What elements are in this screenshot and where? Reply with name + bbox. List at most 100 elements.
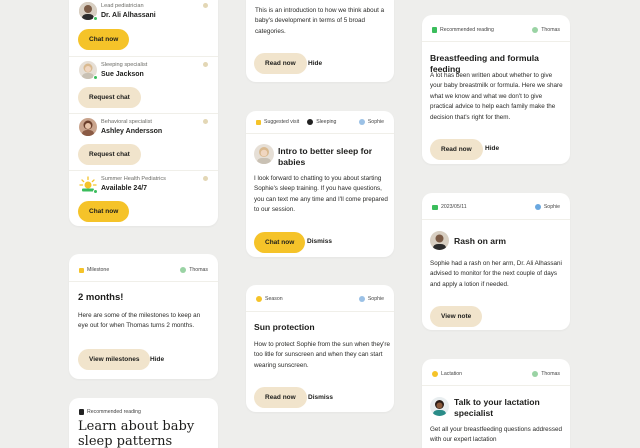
card-title: Rash on arm <box>454 236 507 246</box>
season-tag: Season <box>256 296 283 302</box>
child-tag: Thomas <box>532 27 560 33</box>
summer-health-label: Summer Health Pediatrics <box>101 176 166 182</box>
milestone-card[interactable]: Milestone Thomas 2 months! Here are some… <box>69 254 218 379</box>
child-icon <box>180 267 187 273</box>
bookmark-icon <box>432 27 437 33</box>
child-tag: Thomas <box>532 371 560 377</box>
divider <box>422 219 570 220</box>
request-chat-button[interactable]: Request chat <box>78 144 141 165</box>
divider <box>69 170 218 171</box>
calendar-icon <box>256 119 261 125</box>
card-title: Learn about baby sleep patterns <box>78 419 195 448</box>
child-tag: Sophie <box>534 204 560 210</box>
info-icon[interactable] <box>203 119 208 124</box>
pediatrician-name: Dr. Ali Alhassani <box>101 12 156 19</box>
child-icon <box>532 371 539 377</box>
card-title: Sun protection <box>254 322 315 332</box>
divider <box>69 113 218 114</box>
card-title: Intro to better sleep for babies <box>278 146 373 167</box>
sleep-specialist-name: Sue Jackson <box>101 71 144 78</box>
card-body: How to protect Sophie from the sun when … <box>254 341 390 369</box>
divider <box>422 385 570 386</box>
rash-note-card[interactable]: 2023/05/11 Sophie Rash on arm Sophie had… <box>422 193 570 330</box>
dismiss-link[interactable]: Dismiss <box>308 394 333 401</box>
read-now-button[interactable]: Read now <box>254 387 307 408</box>
info-icon[interactable] <box>203 3 208 8</box>
calendar-icon <box>432 204 438 210</box>
sun-protection-card[interactable]: Season Sophie Sun protection How to prot… <box>246 285 394 412</box>
card-tags: Milestone Thomas <box>79 264 208 276</box>
hide-link[interactable]: Hide <box>150 356 164 363</box>
pediatrician-role: Lead pediatrician <box>101 3 144 9</box>
read-now-button[interactable]: Read now <box>254 53 307 74</box>
read-now-button[interactable]: Read now <box>430 139 483 160</box>
intro-reading-card[interactable]: This is an introduction to how we think … <box>246 0 394 82</box>
view-milestones-button[interactable]: View milestones <box>78 349 151 370</box>
reading-tag: Recommended reading <box>79 409 141 415</box>
lactation-tag: Lactation <box>432 371 462 377</box>
care-team-card: Lead pediatrician Dr. Ali Alhassani Chat… <box>69 0 218 226</box>
card-body: I look forward to chatting to you about … <box>254 175 388 214</box>
chat-now-button[interactable]: Chat now <box>78 29 130 50</box>
sleeping-tag: Sleeping <box>307 119 336 125</box>
card-tags: Recommended reading Thomas <box>432 24 560 36</box>
child-tag: Sophie <box>358 296 384 302</box>
child-icon <box>534 204 541 210</box>
sleep-visit-card[interactable]: Suggested visit Sleeping Sophie Intro to… <box>246 111 394 257</box>
sleep-specialist-avatar <box>254 144 274 164</box>
chat-now-button[interactable]: Chat now <box>254 232 306 253</box>
child-tag: Thomas <box>180 267 208 273</box>
online-indicator <box>93 75 98 80</box>
hide-link[interactable]: Hide <box>485 145 499 152</box>
sleep-specialist-role: Sleeping specialist <box>101 62 148 68</box>
divider <box>69 56 218 57</box>
sun-icon <box>256 296 262 302</box>
suggested-visit-tag: Suggested visit <box>256 119 299 125</box>
child-icon <box>358 296 365 302</box>
breastfeeding-reading-card[interactable]: Recommended reading Thomas Breastfeeding… <box>422 15 570 164</box>
card-body: Get all your breastfeeding questions add… <box>430 426 562 444</box>
card-title: Talk to your lactation specialist <box>454 397 540 418</box>
card-tags: Season Sophie <box>256 293 384 305</box>
baby-sleep-reading-card[interactable]: Recommended reading Learn about baby sle… <box>69 398 218 448</box>
card-body: Sophie had a rash on her arm, Dr. Ali Al… <box>430 260 562 288</box>
child-tag: Sophie <box>358 119 384 125</box>
divider <box>246 133 394 134</box>
divider <box>422 41 570 42</box>
child-icon <box>532 27 539 33</box>
online-indicator <box>93 16 98 21</box>
pediatrician-avatar <box>430 231 449 250</box>
lactation-card[interactable]: Lactation Thomas Talk to your lactation … <box>422 359 570 448</box>
bookmark-icon <box>79 409 84 415</box>
behavioral-specialist-role: Behavioral specialist <box>101 119 152 125</box>
info-icon[interactable] <box>203 176 208 181</box>
moon-icon <box>307 119 314 125</box>
info-icon[interactable] <box>203 62 208 67</box>
lactation-icon <box>432 371 438 377</box>
dismiss-link[interactable]: Dismiss <box>307 238 332 245</box>
card-body: Here are some of the milestones to keep … <box>78 312 201 330</box>
card-tags: 2023/05/11 Sophie <box>432 201 560 213</box>
behavioral-specialist-name: Ashley Andersson <box>101 128 163 135</box>
view-note-button[interactable]: View note <box>430 306 483 327</box>
summer-health-availability: Available 24/7 <box>101 185 148 192</box>
card-body: This is an introduction to how we think … <box>255 7 385 35</box>
reading-tag: Recommended reading <box>432 27 494 33</box>
chat-now-button[interactable]: Chat now <box>78 201 130 222</box>
divider <box>246 311 394 312</box>
child-icon <box>358 119 365 125</box>
hide-link[interactable]: Hide <box>308 60 322 67</box>
card-tags: Suggested visit Sleeping Sophie <box>256 116 384 128</box>
card-title: 2 months! <box>78 292 124 303</box>
date-tag: 2023/05/11 <box>432 204 467 210</box>
request-chat-button[interactable]: Request chat <box>78 87 141 108</box>
flag-icon <box>79 267 84 273</box>
card-tags: Lactation Thomas <box>432 368 560 380</box>
online-indicator <box>93 189 98 194</box>
divider <box>69 281 218 282</box>
card-tags: Recommended reading <box>79 406 208 418</box>
behavioral-specialist-avatar <box>79 118 97 136</box>
milestone-tag: Milestone <box>79 267 109 273</box>
card-body: A lot has been written about whether to … <box>430 72 563 121</box>
lactation-specialist-avatar <box>430 397 449 416</box>
